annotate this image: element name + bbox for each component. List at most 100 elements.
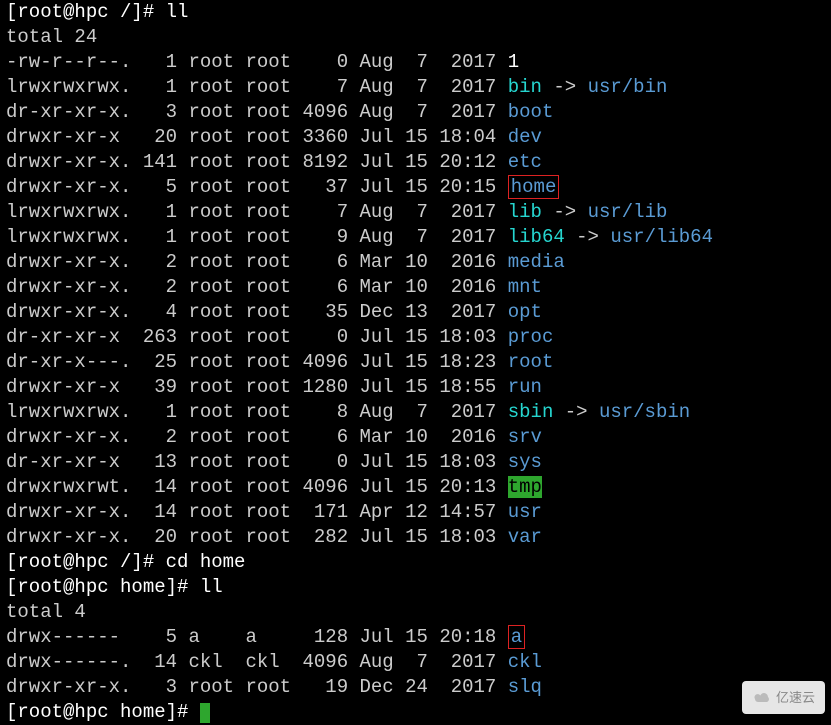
- link-count: 1: [143, 226, 177, 248]
- permissions: drwxr-xr-x.: [6, 176, 131, 198]
- group: root: [245, 201, 291, 223]
- listing-row: drwxr-xr-x 20 root root 3360 Jul 15 18:0…: [6, 125, 825, 150]
- group: ckl: [245, 651, 291, 673]
- prompt-line: [root@hpc home]# ll: [6, 575, 825, 600]
- file-name: 1: [508, 51, 519, 73]
- watermark-text: 亿速云: [776, 685, 815, 710]
- listing-row: drwxr-xr-x. 4 root root 35 Dec 13 2017 o…: [6, 300, 825, 325]
- date: Dec 24 2017: [360, 676, 497, 698]
- file-name: home: [508, 175, 560, 199]
- permissions: lrwxrwxrwx.: [6, 226, 131, 248]
- group: root: [245, 451, 291, 473]
- prompt-line: [root@hpc /]# cd home: [6, 550, 825, 575]
- terminal-output[interactable]: [root@hpc /]# lltotal 24-rw-r--r--. 1 ro…: [0, 0, 831, 725]
- listing-row: drwx------. 14 ckl ckl 4096 Aug 7 2017 c…: [6, 650, 825, 675]
- listing-row: drwxrwxrwt. 14 root root 4096 Jul 15 20:…: [6, 475, 825, 500]
- group: root: [245, 76, 291, 98]
- size: 8: [302, 401, 348, 423]
- size: 0: [302, 451, 348, 473]
- size: 7: [302, 76, 348, 98]
- permissions: drwxr-xr-x: [6, 126, 131, 148]
- listing-row: drwxr-xr-x. 2 root root 6 Mar 10 2016 mn…: [6, 275, 825, 300]
- listing-row: drwxr-xr-x. 14 root root 171 Apr 12 14:5…: [6, 500, 825, 525]
- link-count: 14: [143, 651, 177, 673]
- symlink-arrow: ->: [553, 401, 599, 423]
- owner: root: [188, 101, 234, 123]
- link-count: 3: [143, 676, 177, 698]
- listing-row: dr-xr-x---. 25 root root 4096 Jul 15 18:…: [6, 350, 825, 375]
- size: 171: [302, 501, 348, 523]
- link-count: 13: [143, 451, 177, 473]
- owner: root: [188, 501, 234, 523]
- listing-row: drwxr-xr-x. 2 root root 6 Mar 10 2016 me…: [6, 250, 825, 275]
- owner: ckl: [188, 651, 234, 673]
- link-count: 14: [143, 476, 177, 498]
- date: Aug 7 2017: [360, 101, 497, 123]
- link-count: 1: [143, 401, 177, 423]
- owner: root: [188, 451, 234, 473]
- file-name: opt: [508, 301, 542, 323]
- symlink-arrow: ->: [565, 226, 611, 248]
- listing-row: dr-xr-xr-x. 3 root root 4096 Aug 7 2017 …: [6, 100, 825, 125]
- group: root: [245, 226, 291, 248]
- link-count: 14: [143, 501, 177, 523]
- owner: root: [188, 301, 234, 323]
- owner: root: [188, 676, 234, 698]
- group: root: [245, 51, 291, 73]
- date: Mar 10 2016: [360, 276, 497, 298]
- size: 4096: [302, 651, 348, 673]
- shell-prompt: [root@hpc /]#: [6, 1, 166, 23]
- size: 6: [302, 251, 348, 273]
- date: Aug 7 2017: [360, 51, 497, 73]
- owner: root: [188, 426, 234, 448]
- date: Aug 7 2017: [360, 201, 497, 223]
- group: root: [245, 301, 291, 323]
- link-count: 2: [143, 276, 177, 298]
- permissions: dr-xr-xr-x: [6, 451, 131, 473]
- group: root: [245, 476, 291, 498]
- listing-row: drwxr-xr-x. 141 root root 8192 Jul 15 20…: [6, 150, 825, 175]
- shell-prompt: [root@hpc /]#: [6, 551, 166, 573]
- permissions: drwxr-xr-x.: [6, 501, 131, 523]
- file-name: tmp: [508, 476, 542, 498]
- group: root: [245, 276, 291, 298]
- file-name: srv: [508, 426, 542, 448]
- command: ll: [200, 576, 223, 598]
- file-name: lib64: [508, 226, 565, 248]
- permissions: drwxr-xr-x.: [6, 526, 131, 548]
- file-name: dev: [508, 126, 542, 148]
- listing-row: dr-xr-xr-x 13 root root 0 Jul 15 18:03 s…: [6, 450, 825, 475]
- date: Jul 15 18:55: [360, 376, 497, 398]
- group: root: [245, 526, 291, 548]
- owner: root: [188, 251, 234, 273]
- size: 8192: [302, 151, 348, 173]
- permissions: drwxr-xr-x.: [6, 676, 131, 698]
- file-name: root: [508, 351, 554, 373]
- size: 128: [302, 626, 348, 648]
- group: root: [245, 101, 291, 123]
- owner: root: [188, 376, 234, 398]
- symlink-target: usr/lib64: [610, 226, 713, 248]
- size: 3360: [302, 126, 348, 148]
- file-name: etc: [508, 151, 542, 173]
- permissions: drwxr-xr-x: [6, 376, 131, 398]
- file-name: proc: [508, 326, 554, 348]
- size: 37: [302, 176, 348, 198]
- permissions: dr-xr-xr-x: [6, 326, 131, 348]
- size: 4096: [302, 351, 348, 373]
- group: root: [245, 251, 291, 273]
- size: 0: [302, 326, 348, 348]
- shell-prompt: [root@hpc home]#: [6, 576, 200, 598]
- file-name: a: [508, 625, 525, 649]
- date: Mar 10 2016: [360, 251, 497, 273]
- permissions: drwx------.: [6, 651, 131, 673]
- owner: a: [188, 626, 234, 648]
- file-name: bin: [508, 76, 542, 98]
- date: Jul 15 20:18: [360, 626, 497, 648]
- file-name: boot: [508, 101, 554, 123]
- date: Jul 15 18:23: [360, 351, 497, 373]
- file-name: sbin: [508, 401, 554, 423]
- owner: root: [188, 476, 234, 498]
- file-name: run: [508, 376, 542, 398]
- permissions: drwx------: [6, 626, 131, 648]
